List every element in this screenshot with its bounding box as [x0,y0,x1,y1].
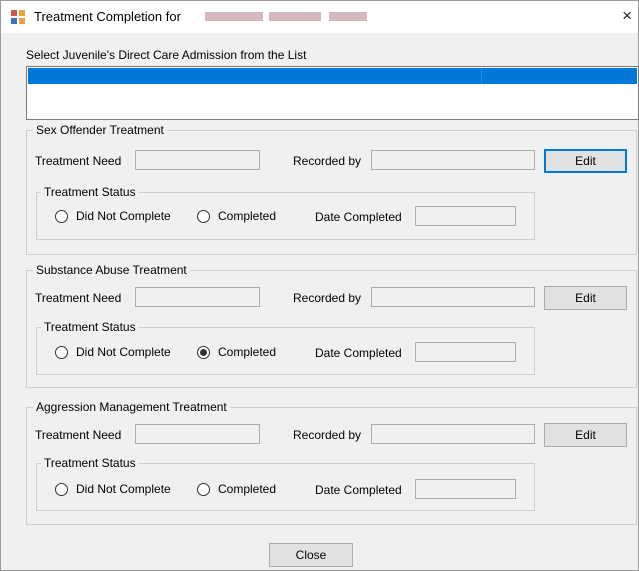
completed-radio[interactable]: Completed [197,482,276,496]
redacted-name-block [205,12,263,21]
treatment-need-label: Treatment Need [35,428,122,442]
recorded-by-label: Recorded by [293,428,362,442]
recorded-by-label: Recorded by [293,154,362,168]
recorded-by-field[interactable] [371,150,535,170]
date-completed-field[interactable] [415,206,516,226]
edit-button[interactable]: Edit [544,149,627,173]
completed-label: Completed [218,209,277,223]
treatment-need-field[interactable] [135,150,260,170]
treatment-need-label: Treatment Need [35,291,122,305]
date-completed-field[interactable] [415,479,516,499]
treatment-need-field[interactable] [135,424,260,444]
completed-radio-button[interactable] [197,209,210,223]
did-not-complete-label: Did Not Complete [76,209,171,223]
recorded-by-field[interactable] [371,424,535,444]
completed-radio[interactable]: Completed [197,209,276,223]
treatment-need-label: Treatment Need [35,154,122,168]
did-not-complete-label: Did Not Complete [76,482,171,496]
list-item[interactable] [28,68,637,84]
title-bar: Treatment Completion for × [1,1,638,33]
date-completed-label: Date Completed [315,483,402,497]
completed-radio-button[interactable] [197,345,210,359]
treatment-status-title: Treatment Status [41,456,139,470]
recorded-by-field[interactable] [371,287,535,307]
date-completed-field[interactable] [415,342,516,362]
close-button[interactable]: Close [269,543,353,567]
sex-offender-treatment-title: Sex Offender Treatment [33,123,167,137]
redacted-name-block [329,12,367,21]
did-not-complete-label: Did Not Complete [76,345,171,359]
recorded-by-label: Recorded by [293,291,362,305]
admission-listbox[interactable] [26,66,639,120]
app-icon [11,10,25,24]
treatment-status-title: Treatment Status [41,185,139,199]
edit-button[interactable]: Edit [544,286,627,310]
did-not-complete-radio-button[interactable] [55,345,68,359]
window-title: Treatment Completion for [34,9,181,24]
did-not-complete-radio[interactable]: Did Not Complete [55,482,171,496]
did-not-complete-radio-button[interactable] [55,209,68,223]
admission-list-label: Select Juvenile's Direct Care Admission … [26,48,307,62]
did-not-complete-radio-button[interactable] [55,482,68,496]
completed-radio-button[interactable] [197,482,210,496]
redacted-name-block [269,12,321,21]
completed-label: Completed [218,345,277,359]
did-not-complete-radio[interactable]: Did Not Complete [55,345,171,359]
date-completed-label: Date Completed [315,210,402,224]
close-icon[interactable]: × [622,6,632,26]
completed-radio[interactable]: Completed [197,345,276,359]
column-divider [481,68,482,84]
treatment-status-title: Treatment Status [41,320,139,334]
treatment-need-field[interactable] [135,287,260,307]
date-completed-label: Date Completed [315,346,402,360]
completed-label: Completed [218,482,277,496]
substance-abuse-treatment-title: Substance Abuse Treatment [33,263,190,277]
treatment-completion-dialog: Treatment Completion for × Select Juveni… [0,0,639,571]
edit-button[interactable]: Edit [544,423,627,447]
did-not-complete-radio[interactable]: Did Not Complete [55,209,171,223]
aggression-management-treatment-title: Aggression Management Treatment [33,400,230,414]
